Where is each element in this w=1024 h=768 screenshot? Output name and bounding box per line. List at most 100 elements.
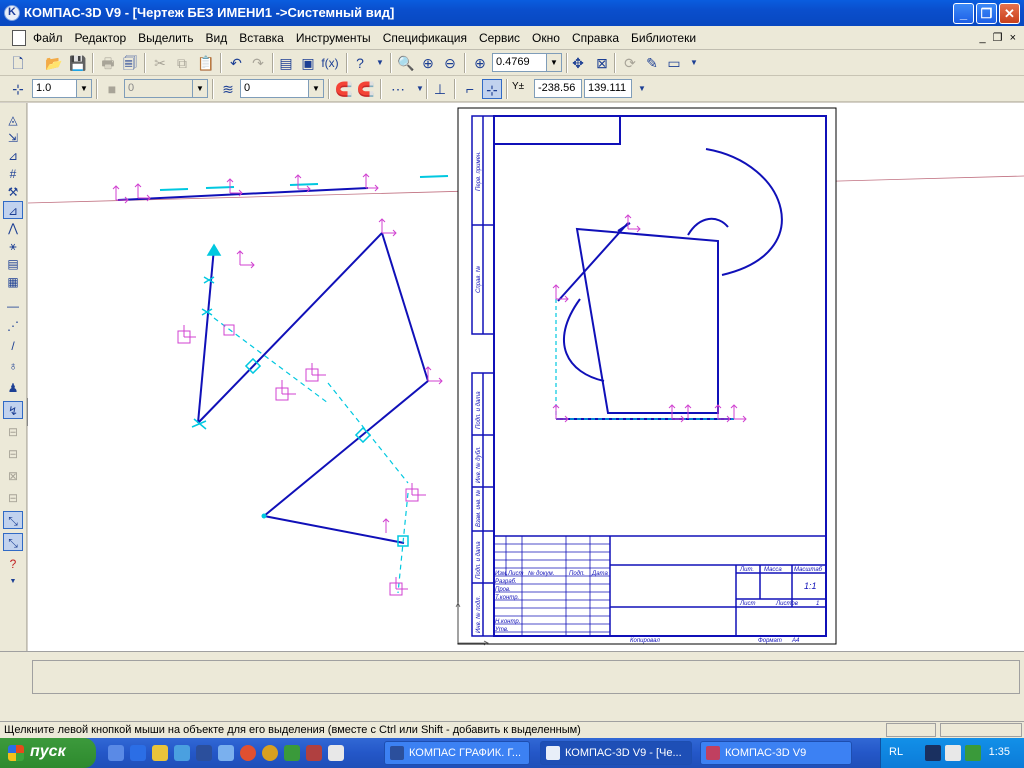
word-icon[interactable] — [196, 745, 212, 761]
taskbar-item-kompas-drawing[interactable]: КОМПАС-3D V9 - [Че... — [540, 741, 692, 765]
media-player-icon[interactable] — [174, 745, 190, 761]
chevron-down-icon[interactable]: ▼ — [370, 53, 390, 73]
associative-views-icon[interactable]: ⚹ — [3, 237, 23, 255]
sketch-point[interactable] — [261, 513, 267, 519]
symmetry-icon[interactable]: ⊠ — [3, 467, 23, 485]
designations-icon[interactable]: ⊿ — [3, 147, 23, 165]
layers-icon[interactable]: ≋ — [218, 79, 238, 99]
geometry-icon[interactable]: ◬ — [3, 111, 23, 129]
undo-icon[interactable]: ↶ — [226, 53, 246, 73]
chevron-down-icon[interactable]: ▼ — [3, 573, 23, 591]
opera-icon[interactable] — [240, 745, 256, 761]
help-icon[interactable]: ? — [3, 555, 23, 573]
mdi-window-controls[interactable]: _ ❐ × — [979, 31, 1018, 44]
brush-icon[interactable]: ✎ — [642, 53, 662, 73]
pan-icon[interactable]: ✥ — [568, 53, 588, 73]
coordinate-x-field[interactable]: -238.56 — [534, 79, 582, 98]
redo-icon[interactable]: ↷ — [248, 53, 268, 73]
menu-service[interactable]: Сервис — [479, 31, 520, 45]
chevron-down-icon[interactable]: ▼ — [192, 80, 207, 97]
menu-insert[interactable]: Вставка — [239, 31, 284, 45]
print-icon[interactable]: 🖶 — [98, 53, 118, 73]
zoom-window-icon[interactable]: 🔍 — [396, 53, 416, 73]
chevron-down-icon[interactable]: ▼ — [632, 79, 652, 99]
parametric-mode-icon[interactable]: ⊹ — [482, 79, 502, 99]
minimize-button[interactable]: _ — [953, 3, 974, 24]
menu-tools[interactable]: Инструменты — [296, 31, 371, 45]
menu-specification[interactable]: Спецификация — [383, 31, 467, 45]
line-icon[interactable]: / — [3, 337, 23, 355]
chevron-down-icon[interactable]: ▼ — [684, 53, 704, 73]
tangent-icon[interactable]: ♁ — [3, 357, 23, 375]
taskbar-item-kompas-grafik[interactable]: КОМПАС ГРАФИК. Г... — [384, 741, 530, 765]
grid-icon[interactable]: ⋯ — [388, 79, 408, 99]
tray-app-icon[interactable] — [945, 745, 961, 761]
function-icon[interactable]: f(x) — [320, 53, 340, 73]
tray-network-icon[interactable] — [965, 745, 981, 761]
drawing-svg[interactable]: Изм. Лист № докум. Подп. Дата Разраб. Пр… — [28, 103, 1024, 651]
menu-edit[interactable]: Редактор — [75, 31, 127, 45]
variables-icon[interactable]: ▣ — [298, 53, 318, 73]
horizontal-icon[interactable]: — — [3, 297, 23, 315]
chevron-down-icon[interactable]: ▼ — [546, 54, 561, 71]
local-snap-icon[interactable]: 🧲 — [356, 79, 376, 99]
zoom-scale-field[interactable]: 0.4769 ▼ — [492, 53, 562, 72]
tray-app-icon[interactable] — [925, 745, 941, 761]
align-points-icon[interactable]: ⊟ — [3, 445, 23, 463]
language-indicator[interactable]: RL — [889, 746, 903, 758]
cursor-step-icon[interactable]: ⊹ — [8, 79, 28, 99]
snap-magnet-icon[interactable]: 🧲 — [334, 79, 354, 99]
quicklaunch-icon[interactable] — [218, 745, 234, 761]
equal-length-icon[interactable]: ↯ — [3, 401, 23, 419]
merge-points-icon[interactable]: ⤡ — [3, 533, 23, 551]
paste-icon[interactable]: 📋 — [196, 53, 216, 73]
manager-icon[interactable]: ▤ — [276, 53, 296, 73]
menu-file[interactable]: Файл — [33, 31, 63, 45]
menu-help[interactable]: Справка — [572, 31, 619, 45]
open-folder-icon[interactable]: 📂 — [44, 53, 64, 73]
drawing-canvas[interactable]: Изм. Лист № докум. Подп. Дата Разраб. Пр… — [28, 103, 1024, 651]
dimensions-icon[interactable]: ⇲ — [3, 129, 23, 147]
point-on-curve-icon[interactable]: ⤡ — [3, 511, 23, 529]
cursor-step-field[interactable]: 1.0 ▼ — [32, 79, 92, 98]
display-icon[interactable]: ▭ — [664, 53, 684, 73]
menu-select[interactable]: Выделить — [138, 31, 193, 45]
local-cs-icon[interactable]: ⊥ — [430, 79, 450, 99]
layer-field[interactable]: 0 ▼ — [240, 79, 324, 98]
menu-window[interactable]: Окно — [532, 31, 560, 45]
reports-icon[interactable]: ▦ — [3, 273, 23, 291]
menu-view[interactable]: Вид — [206, 31, 228, 45]
quicklaunch-icon[interactable] — [284, 745, 300, 761]
save-icon[interactable]: 💾 — [68, 53, 88, 73]
quicklaunch-icon[interactable] — [262, 745, 278, 761]
parallel-icon[interactable]: ⋰ — [3, 317, 23, 335]
collinear-icon[interactable]: ⊟ — [3, 489, 23, 507]
quicklaunch-icon[interactable] — [306, 745, 322, 761]
show-desktop-icon[interactable] — [108, 745, 124, 761]
zoom-in-icon[interactable]: ⊕ — [418, 53, 438, 73]
chevron-down-icon[interactable]: ▼ — [76, 80, 91, 97]
sketch-contour[interactable] — [197, 232, 429, 544]
zoom-all-icon[interactable]: ⊠ — [592, 53, 612, 73]
zoom-out-icon[interactable]: ⊖ — [440, 53, 460, 73]
properties-panel-area[interactable] — [32, 660, 1020, 694]
edit-icon[interactable]: # — [3, 165, 23, 183]
internet-explorer-icon[interactable] — [130, 745, 146, 761]
fix-point-icon[interactable]: ♟ — [3, 379, 23, 397]
restore-button[interactable]: ❐ — [976, 3, 997, 24]
ortho-icon[interactable]: ⌐ — [460, 79, 480, 99]
chevron-down-icon[interactable]: ▼ — [308, 80, 323, 97]
explorer-icon[interactable] — [152, 745, 168, 761]
coordinate-y-field[interactable]: 139.111 — [584, 79, 632, 98]
drawing-sheet[interactable]: Изм. Лист № докум. Подп. Дата Разраб. Пр… — [455, 107, 837, 646]
copy-icon[interactable]: ⧉ — [172, 53, 192, 73]
new-document-icon[interactable]: 🗋 — [8, 53, 28, 73]
align-icon[interactable]: ⊟ — [3, 423, 23, 441]
document-icon[interactable] — [12, 30, 26, 46]
measure-icon[interactable]: ⊿ — [3, 201, 23, 219]
view-number-field[interactable]: 0 ▼ — [124, 79, 208, 98]
menu-libraries[interactable]: Библиотеки — [631, 31, 696, 45]
zoom-scale-icon[interactable]: ⊕ — [470, 53, 490, 73]
context-help-icon[interactable]: ? — [350, 53, 370, 73]
quicklaunch-icon[interactable] — [328, 745, 344, 761]
